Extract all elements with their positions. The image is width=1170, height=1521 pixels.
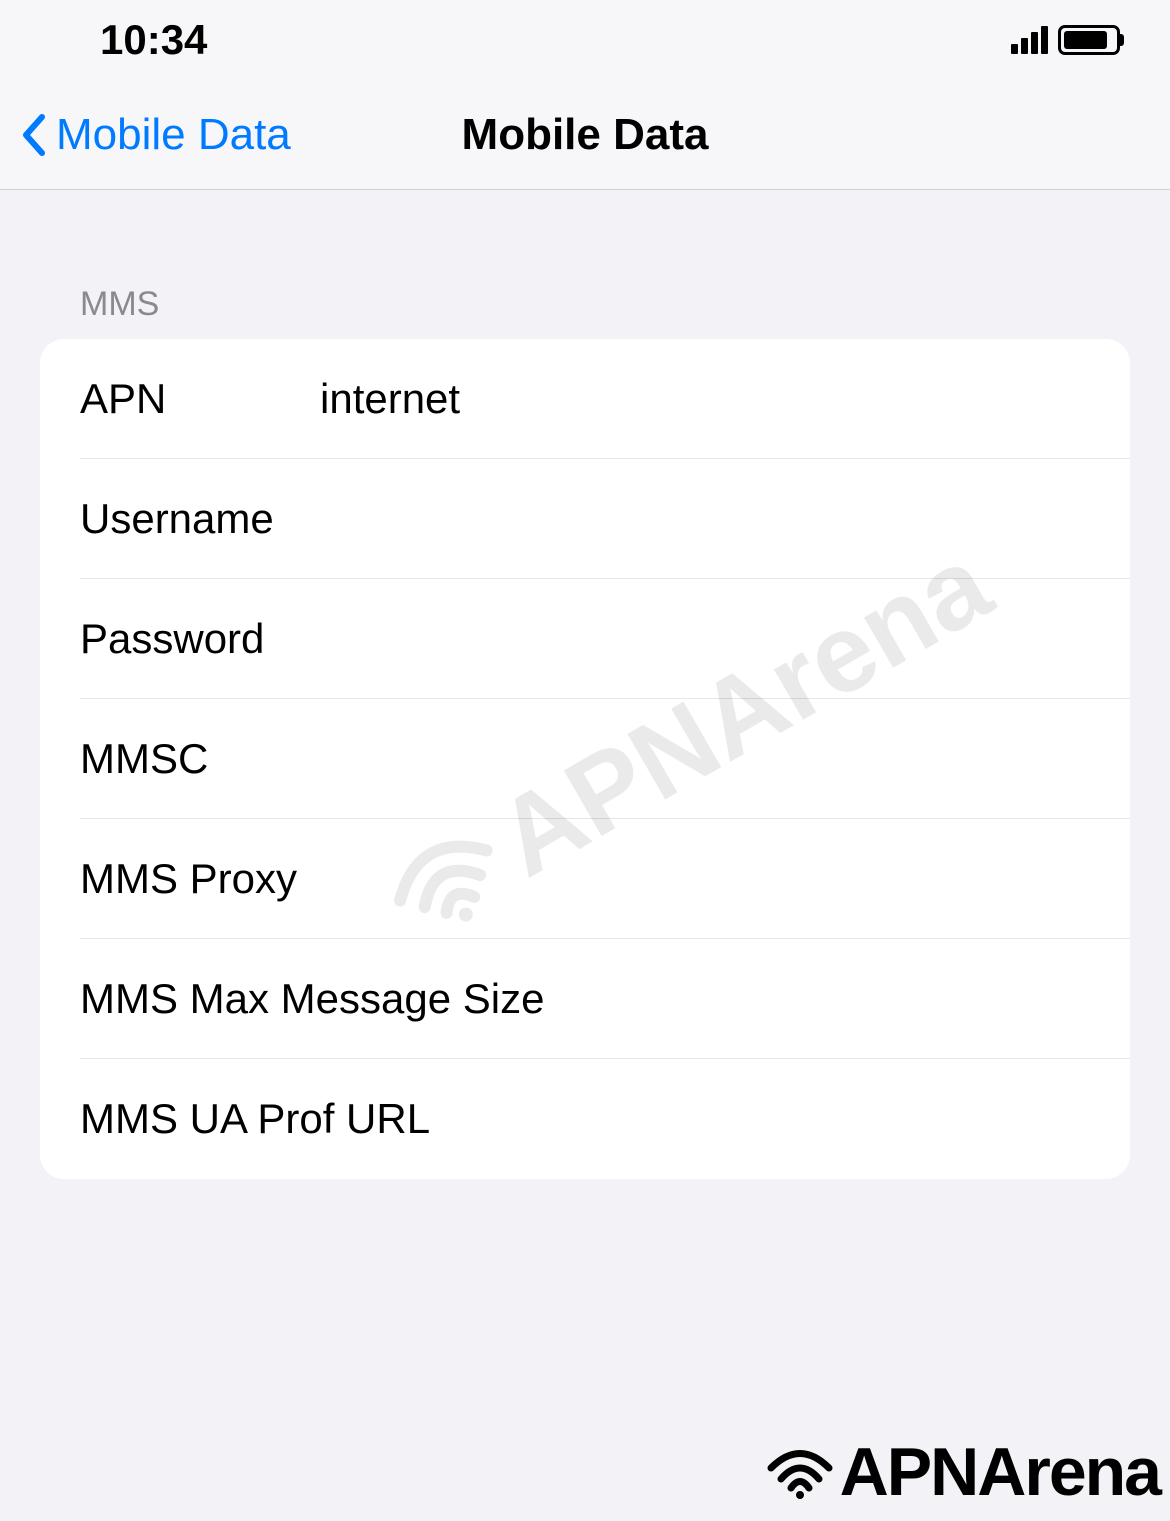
back-label: Mobile Data — [56, 110, 291, 160]
navigation-bar: Mobile Data Mobile Data — [0, 80, 1170, 190]
row-label-apn: APN — [80, 375, 320, 423]
logo-text: APNArena — [840, 1433, 1160, 1511]
status-bar: 10:34 — [0, 0, 1170, 80]
status-right — [1011, 25, 1120, 55]
settings-group-mms: APN Username Password MMSC MMS Proxy MMS… — [40, 339, 1130, 1179]
section-header-mms: MMS — [0, 190, 1170, 339]
row-label-password: Password — [80, 615, 320, 663]
password-input[interactable] — [320, 615, 1090, 663]
row-label-mms-proxy: MMS Proxy — [80, 855, 297, 903]
row-label-mms-max-size: MMS Max Message Size — [80, 975, 544, 1023]
status-time: 10:34 — [100, 16, 207, 64]
settings-row-mmsc[interactable]: MMSC — [40, 699, 1130, 819]
mms-ua-prof-input[interactable] — [430, 1095, 1090, 1143]
settings-row-apn[interactable]: APN — [40, 339, 1130, 459]
settings-row-mms-proxy[interactable]: MMS Proxy — [40, 819, 1130, 939]
chevron-left-icon — [20, 113, 46, 157]
mms-max-size-input[interactable] — [544, 975, 1090, 1023]
row-label-username: Username — [80, 495, 320, 543]
row-label-mms-ua-prof: MMS UA Prof URL — [80, 1095, 430, 1143]
mmsc-input[interactable] — [320, 735, 1090, 783]
cellular-signal-icon — [1011, 26, 1048, 54]
battery-icon — [1058, 25, 1120, 55]
wifi-icon — [765, 1445, 835, 1500]
bottom-logo: APNArena — [765, 1433, 1160, 1511]
username-input[interactable] — [320, 495, 1090, 543]
settings-row-username[interactable]: Username — [40, 459, 1130, 579]
row-label-mmsc: MMSC — [80, 735, 320, 783]
settings-row-password[interactable]: Password — [40, 579, 1130, 699]
page-title: Mobile Data — [462, 110, 709, 160]
settings-row-mms-ua-prof[interactable]: MMS UA Prof URL — [40, 1059, 1130, 1179]
apn-input[interactable] — [320, 375, 1090, 423]
mms-proxy-input[interactable] — [297, 855, 1090, 903]
back-button[interactable]: Mobile Data — [0, 110, 291, 160]
settings-row-mms-max-size[interactable]: MMS Max Message Size — [40, 939, 1130, 1059]
